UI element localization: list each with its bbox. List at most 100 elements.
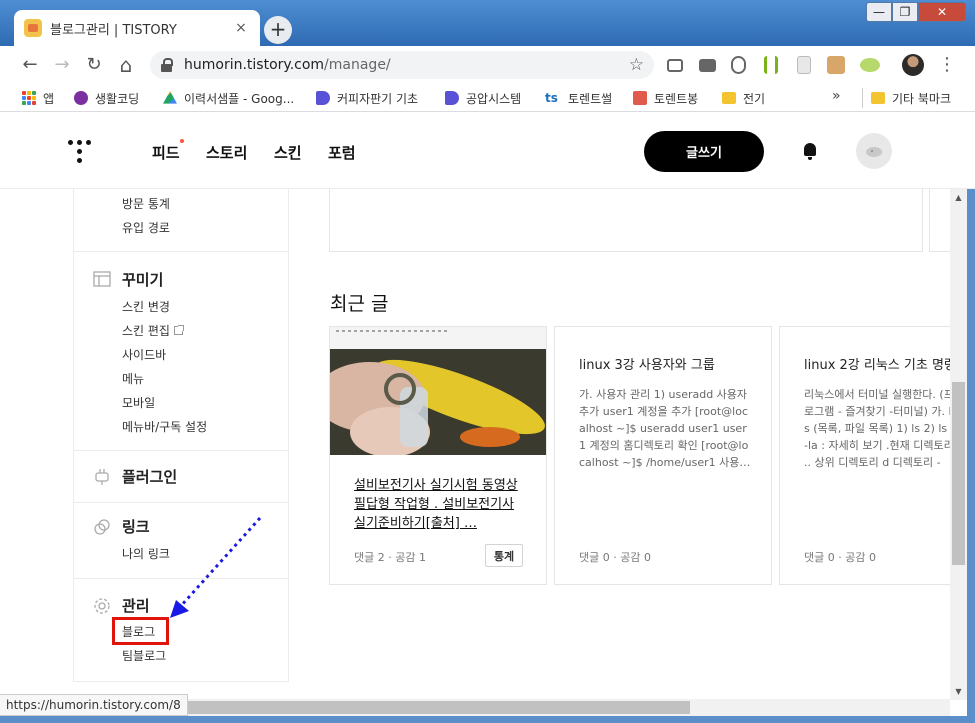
d-logo-icon <box>316 91 330 105</box>
post-title-link[interactable]: 설비보전기사 실기시험 동영상 필답형 작업형 . 설비보전기사 실기준비하기[… <box>354 476 526 533</box>
post-likes: 공감 0 <box>845 551 876 564</box>
horizontal-scroll-thumb[interactable] <box>170 701 690 714</box>
scroll-up-icon[interactable]: ▲ <box>950 189 967 206</box>
bookmarks-more-icon[interactable]: » <box>832 88 841 104</box>
bookmark-label: 앱 <box>43 91 55 106</box>
bear-extension-icon[interactable] <box>827 56 845 74</box>
browser-tab[interactable]: 블로그관리 | TISTORY × <box>14 10 260 46</box>
sidebar-item-label: 스킨 편집 <box>122 324 170 338</box>
bookmark-item[interactable]: 생활코딩 <box>74 88 139 108</box>
stats-card-secondary <box>929 189 951 252</box>
post-thumbnail[interactable] <box>330 327 546 455</box>
d-logo-icon <box>445 91 459 105</box>
window-close-button[interactable]: ✕ <box>918 2 966 22</box>
recent-posts-title: 최근 글 <box>330 293 389 315</box>
post-excerpt: 리눅스에서 터미널 실행한다. (프로그램 - 즐겨찾기 -터미널) 가. ls… <box>804 388 950 469</box>
mouse-extension-icon[interactable] <box>731 56 746 74</box>
sidebar-item-team-blog[interactable]: 팀블로그 <box>122 647 166 664</box>
vertical-scrollbar[interactable]: ▲ ▼ <box>950 189 967 700</box>
bookmark-folder[interactable]: 전기 <box>722 88 765 108</box>
bookmark-item[interactable]: ts 토렌트썰 <box>545 88 612 108</box>
bookmark-label: 토렌트썰 <box>568 91 613 106</box>
nav-skin[interactable]: 스킨 <box>274 142 302 163</box>
eye-extension-icon[interactable] <box>860 58 880 72</box>
browser-menu-icon[interactable]: ⋮ <box>938 54 956 76</box>
address-bar[interactable]: humorin.tistory.com/manage/ ☆ <box>150 51 654 79</box>
post-card[interactable]: 설비보전기사 실기시험 동영상 필답형 작업형 . 설비보전기사 실기준비하기[… <box>329 326 547 585</box>
bookmark-star-icon[interactable]: ☆ <box>629 55 644 75</box>
post-title-link[interactable]: linux 3강 사용자와 그룹 <box>579 354 759 373</box>
post-meta: 댓글 2 · 공감 1 <box>354 551 426 564</box>
bookmark-label: 전기 <box>743 91 766 106</box>
forward-button[interactable]: → <box>51 54 73 76</box>
browser-window: 블로그관리 | TISTORY × + — ❐ ✕ ← → ↻ ⌂ humori… <box>0 0 975 723</box>
other-bookmarks-label: 기타 북마크 <box>892 91 952 106</box>
site-header <box>0 113 975 189</box>
window-maximize-button[interactable]: ❐ <box>892 2 918 22</box>
tab-title: 블로그관리 | TISTORY <box>50 22 177 38</box>
post-card[interactable]: linux 3강 사용자와 그룹 가. 사용자 관리 1) useradd 사용… <box>554 326 772 585</box>
reload-button[interactable]: ↻ <box>83 54 105 76</box>
sidebar-item-sidebar[interactable]: 사이드바 <box>122 346 166 363</box>
tab-close-icon[interactable]: × <box>232 20 250 36</box>
bookmark-label: 생활코딩 <box>95 91 140 106</box>
post-excerpt: 가. 사용자 관리 1) useradd 사용자 추가 user1 계정을 추가… <box>579 388 751 469</box>
nav-forum[interactable]: 포럼 <box>328 142 356 163</box>
bell-icon[interactable] <box>801 142 819 160</box>
camera-extension-icon[interactable] <box>699 59 716 72</box>
sidebar-item-skin-edit[interactable]: 스킨 편집 <box>122 322 184 339</box>
post-comments: 댓글 0 <box>804 551 835 564</box>
profile-avatar[interactable] <box>902 54 924 76</box>
layout-icon <box>93 270 111 289</box>
bookmark-item[interactable]: 이력서샘플 - Goog... <box>163 88 294 108</box>
nav-feed[interactable]: 피드 <box>152 142 180 163</box>
sidebar-heading-label: 관리 <box>122 597 150 615</box>
sidebar-heading-plugin[interactable]: 플러그인 <box>93 466 177 487</box>
sidebar-item-menubar-subscribe[interactable]: 메뉴바/구독 설정 <box>122 418 207 435</box>
bookmark-item[interactable]: 토렌트봉 <box>633 88 698 108</box>
ladder-extension-icon[interactable] <box>764 56 778 74</box>
sidebar-section-plugin: 플러그인 <box>74 450 288 502</box>
document-extension-icon[interactable] <box>797 56 811 74</box>
post-stats-button[interactable]: 통계 <box>485 544 523 567</box>
link-icon <box>93 518 111 536</box>
home-button[interactable]: ⌂ <box>115 54 137 76</box>
url-path: /manage/ <box>324 57 391 73</box>
sidebar-item-menu[interactable]: 메뉴 <box>122 370 144 387</box>
pointer-arrow <box>170 516 262 618</box>
bookmark-icon <box>74 91 88 105</box>
folder-icon <box>871 92 885 104</box>
tistory-favicon-icon <box>24 19 42 37</box>
nav-story[interactable]: 스토리 <box>206 142 247 163</box>
tab-strip: 블로그관리 | TISTORY × + — ❐ ✕ <box>0 0 975 46</box>
other-bookmarks-folder[interactable]: 기타 북마크 <box>862 88 951 108</box>
link-status-bubble: https://humorin.tistory.com/8 <box>0 694 188 716</box>
write-post-button[interactable]: 글쓰기 <box>644 131 764 172</box>
bookmark-apps[interactable]: 앱 <box>22 88 54 108</box>
sidebar-item-mobile[interactable]: 모바일 <box>122 394 155 411</box>
bookmark-icon <box>633 91 647 105</box>
sidebar-item-skin-change[interactable]: 스킨 변경 <box>122 298 170 315</box>
bookmark-item[interactable]: 커피자판기 기초 <box>316 88 418 108</box>
post-card[interactable]: linux 2강 리눅스 기초 명령 리눅스에서 터미널 실행한다. (프로그램… <box>779 326 950 585</box>
post-title-link[interactable]: linux 2강 리눅스 기초 명령 <box>804 354 950 373</box>
vertical-scroll-thumb[interactable] <box>952 382 965 565</box>
post-likes: 공감 0 <box>620 551 651 564</box>
plug-icon <box>93 468 111 486</box>
sidebar-item-referrer[interactable]: 유입 경로 <box>122 219 170 236</box>
post-meta: 댓글 0 · 공감 0 <box>804 551 876 564</box>
cast-extension-icon[interactable] <box>667 59 683 72</box>
back-button[interactable]: ← <box>19 54 41 76</box>
scroll-down-icon[interactable]: ▼ <box>950 683 967 700</box>
sidebar-item-visit-stats[interactable]: 방문 통계 <box>122 195 170 212</box>
ts-logo-icon: ts <box>545 91 558 105</box>
bookmark-item[interactable]: 공압시스템 <box>445 88 521 108</box>
new-tab-button[interactable]: + <box>264 16 292 44</box>
user-avatar[interactable] <box>856 133 892 169</box>
window-minimize-button[interactable]: — <box>866 2 892 22</box>
lock-icon <box>160 58 174 72</box>
tistory-logo[interactable] <box>68 138 92 164</box>
external-link-icon <box>173 325 184 335</box>
gear-icon <box>93 597 111 615</box>
bookmarks-bar: 앱 생활코딩 이력서샘플 - Goog... 커피자판기 기초 공압시스템 ts… <box>0 84 975 112</box>
